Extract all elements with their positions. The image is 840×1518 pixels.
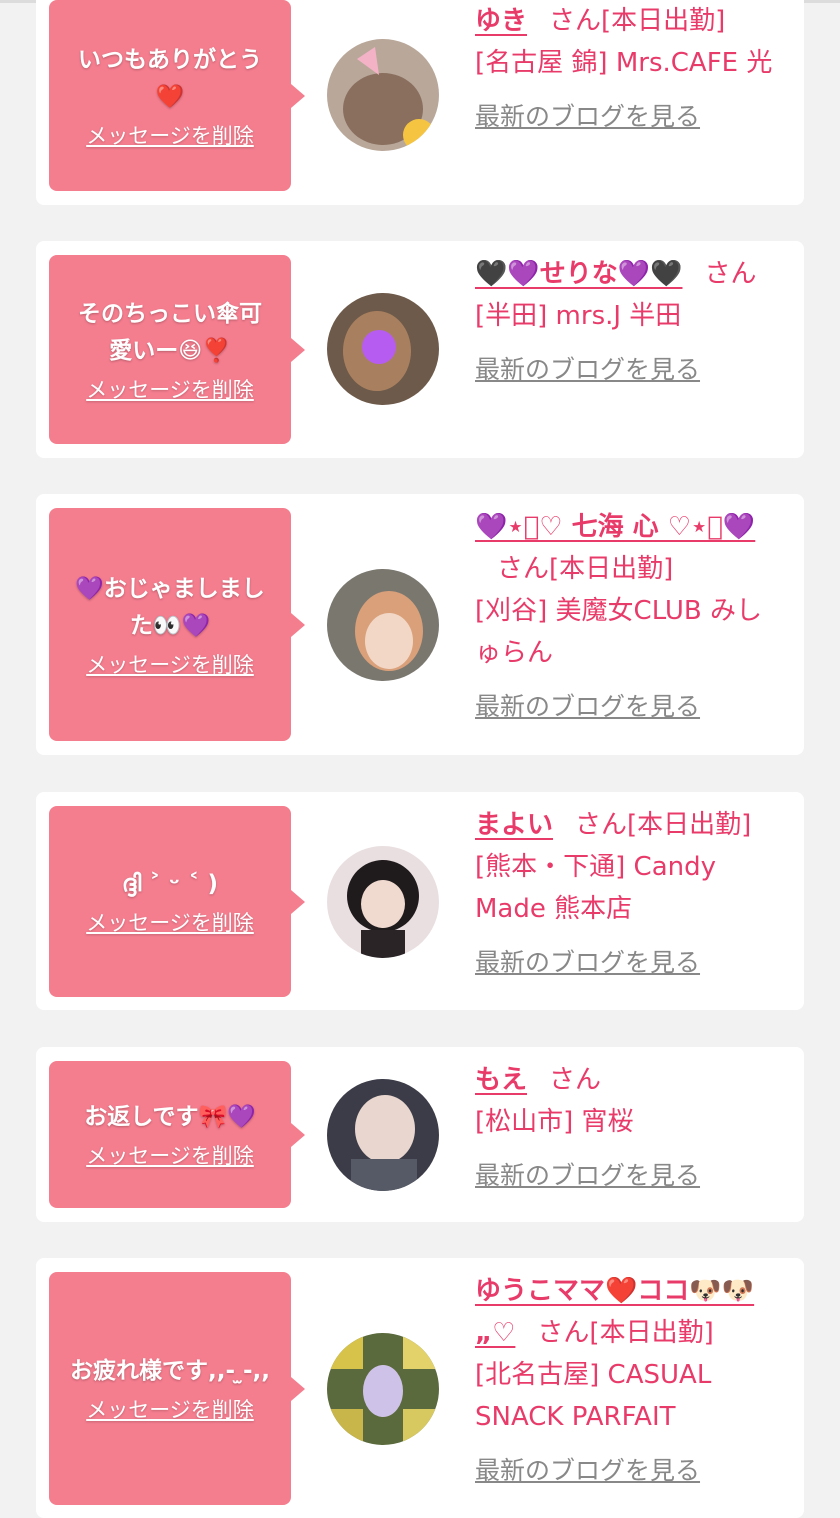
- shop-name: [半田] mrs.J 半田: [475, 301, 682, 331]
- avatar[interactable]: [327, 846, 439, 958]
- shop-name: [刈谷] 美魔女CLUB みしゅらん: [475, 596, 763, 668]
- message-card: ദ്ദി ˃ ᵕ ˂ ) メッセージを削除 まよい さん[本日出勤] [熊本・下通…: [36, 792, 804, 1010]
- delete-message-link[interactable]: メッセージを削除: [86, 120, 254, 150]
- message-bubble: お返しです🎀💜 メッセージを削除: [49, 1061, 305, 1208]
- honorific: さん: [704, 259, 757, 289]
- shop-name: [名古屋 錦] Mrs.CAFE 光: [475, 48, 773, 78]
- message-card: お疲れ様です,,- ̫-,, メッセージを削除 ゆうこママ❤️ココ🐶🐶„♡ さん[…: [36, 1258, 804, 1518]
- message-bubble: ദ്ദി ˃ ᵕ ˂ ) メッセージを削除: [49, 806, 305, 997]
- honorific: さん: [537, 1318, 590, 1348]
- avatar[interactable]: [327, 569, 439, 681]
- message-card: いつもありがとう ❤️ メッセージを削除 ゆき さん[本日出勤] [名古屋 錦] …: [36, 0, 804, 205]
- message-card: お返しです🎀💜 メッセージを削除 もえ さん [松山市] 宵桜 最新のブログを見る: [36, 1047, 804, 1222]
- delete-message-link[interactable]: メッセージを削除: [86, 374, 254, 404]
- message-text: ദ്ദി ˃ ᵕ ˂ ): [122, 871, 218, 897]
- message-text: そのちっこい傘可 愛いー😆❣️: [78, 300, 262, 364]
- member-info: 💜⋆͛♡ 七海 心 ♡⋆͛💜 さん[本日出勤] [刈谷] 美魔女CLUB みしゅら…: [475, 506, 788, 728]
- member-name-link[interactable]: ゆき: [475, 6, 527, 36]
- shop-name: [北名古屋] CASUAL SNACK PARFAIT: [475, 1360, 712, 1432]
- avatar[interactable]: [327, 1079, 439, 1191]
- member-info: まよい さん[本日出勤] [熊本・下通] Candy Made 熊本店 最新のブロ…: [475, 804, 788, 984]
- message-bubble: そのちっこい傘可 愛いー😆❣️ メッセージを削除: [49, 255, 305, 444]
- member-name-link[interactable]: まよい: [475, 810, 553, 840]
- member-info: もえ さん [松山市] 宵桜 最新のブログを見る: [475, 1059, 788, 1197]
- delete-message-link[interactable]: メッセージを削除: [86, 649, 254, 679]
- honorific: さん: [497, 554, 550, 584]
- member-name-link[interactable]: 🖤💜せりな💜🖤: [475, 259, 683, 289]
- member-name-link[interactable]: 💜⋆͛♡ 七海 心 ♡⋆͛💜: [475, 512, 755, 542]
- member-info: ゆうこママ❤️ココ🐶🐶„♡ さん[本日出勤] [北名古屋] CASUAL SNAC…: [475, 1270, 788, 1492]
- member-info: ゆき さん[本日出勤] [名古屋 錦] Mrs.CAFE 光 最新のブログを見る: [475, 0, 788, 138]
- status-label: [本日出勤]: [549, 554, 674, 584]
- message-text: 💜おじゃましまし た👀💜: [75, 575, 265, 639]
- latest-blog-link[interactable]: 最新のブログを見る: [475, 349, 700, 391]
- latest-blog-link[interactable]: 最新のブログを見る: [475, 1450, 700, 1492]
- status-label: [本日出勤]: [589, 1318, 714, 1348]
- latest-blog-link[interactable]: 最新のブログを見る: [475, 96, 700, 138]
- honorific: さん: [549, 6, 602, 36]
- latest-blog-link[interactable]: 最新のブログを見る: [475, 686, 700, 728]
- shop-name: [松山市] 宵桜: [475, 1107, 634, 1137]
- message-bubble: いつもありがとう ❤️ メッセージを削除: [49, 0, 305, 191]
- status-label: [本日出勤]: [627, 810, 752, 840]
- message-card: そのちっこい傘可 愛いー😆❣️ メッセージを削除 🖤💜せりな💜🖤 さん [半田] …: [36, 241, 804, 458]
- shop-name: [熊本・下通] Candy Made 熊本店: [475, 852, 717, 924]
- avatar[interactable]: [327, 1333, 439, 1445]
- avatar[interactable]: [327, 39, 439, 151]
- message-text: お疲れ様です,,- ̫-,,: [69, 1358, 271, 1384]
- latest-blog-link[interactable]: 最新のブログを見る: [475, 1155, 700, 1197]
- message-card: 💜おじゃましまし た👀💜 メッセージを削除 💜⋆͛♡ 七海 心 ♡⋆͛💜 さん[本…: [36, 494, 804, 755]
- honorific: さん: [549, 1065, 602, 1095]
- member-name-link[interactable]: もえ: [475, 1065, 527, 1095]
- delete-message-link[interactable]: メッセージを削除: [86, 1140, 254, 1170]
- latest-blog-link[interactable]: 最新のブログを見る: [475, 942, 700, 984]
- avatar[interactable]: [327, 293, 439, 405]
- message-text: お返しです🎀💜: [84, 1104, 256, 1130]
- honorific: さん: [575, 810, 628, 840]
- delete-message-link[interactable]: メッセージを削除: [86, 1394, 254, 1424]
- delete-message-link[interactable]: メッセージを削除: [86, 907, 254, 937]
- member-info: 🖤💜せりな💜🖤 さん [半田] mrs.J 半田 最新のブログを見る: [475, 253, 788, 391]
- message-bubble: 💜おじゃましまし た👀💜 メッセージを削除: [49, 508, 305, 741]
- message-text: いつもありがとう ❤️: [78, 46, 262, 110]
- message-bubble: お疲れ様です,,- ̫-,, メッセージを削除: [49, 1272, 305, 1505]
- status-label: [本日出勤]: [601, 6, 726, 36]
